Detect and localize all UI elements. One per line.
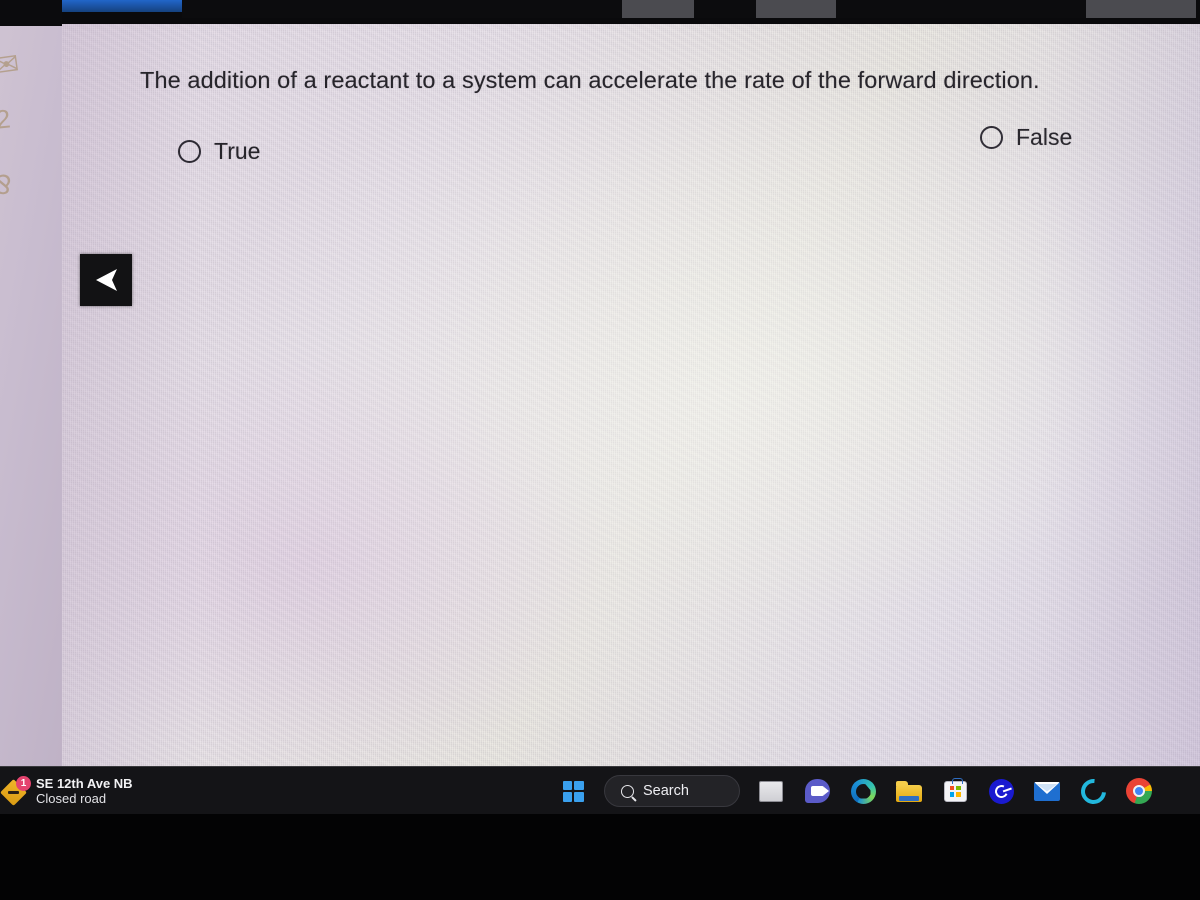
road-closed-sign-icon: 1 (0, 776, 31, 806)
background-glyph-two: 2 (0, 103, 12, 135)
laptop-screen-photo: ✉ 2 ⅋ The addition of a reactant to a sy… (0, 0, 1200, 900)
widget-subtitle: Closed road (36, 791, 107, 806)
browser-tab-active[interactable] (62, 0, 182, 12)
option-false[interactable]: False (980, 124, 1072, 151)
chrome-button[interactable] (1116, 768, 1162, 814)
option-label-true: True (214, 138, 261, 164)
mail-button[interactable] (1024, 768, 1070, 814)
browser-tab-strip (0, 0, 1200, 34)
widget-badge-count: 1 (16, 776, 31, 791)
windows-taskbar: 1 SE 12th Ave NB Closed road Search (0, 766, 1200, 814)
question-text: The addition of a reactant to a system c… (140, 67, 1040, 93)
alexa-button[interactable] (1070, 768, 1116, 814)
photo-background-bottom (0, 814, 1200, 900)
search-label: Search (643, 783, 689, 799)
chrome-icon (1126, 778, 1152, 804)
taskbar-widget-text: SE 12th Ave NB Closed road (36, 776, 133, 807)
windows-logo-icon (562, 780, 584, 802)
file-explorer-button[interactable] (886, 768, 932, 814)
background-glyph-scribble: ⅋ (0, 169, 14, 201)
edge-button[interactable] (840, 768, 886, 814)
search-button[interactable]: Search (604, 775, 740, 807)
taskbar-icon-cluster: Search (550, 767, 1162, 815)
back-button[interactable] (80, 254, 132, 306)
task-view-icon (759, 780, 787, 806)
teal-ring-icon (1075, 773, 1111, 809)
teams-icon (804, 779, 830, 803)
task-view-button[interactable] (748, 768, 794, 814)
option-label-false: False (1016, 124, 1073, 150)
back-arrow-icon (96, 269, 117, 291)
store-icon (943, 777, 967, 802)
answer-options: True False (62, 122, 1200, 182)
teams-button[interactable] (794, 768, 840, 814)
search-icon (621, 784, 634, 798)
mail-envelope-icon (1034, 781, 1060, 801)
widget-title: SE 12th Ave NB (36, 775, 133, 791)
radio-button-false[interactable] (980, 126, 1003, 149)
folder-icon (896, 780, 922, 802)
quiz-screen: The addition of a reactant to a system c… (62, 24, 1200, 770)
taskbar-traffic-widget[interactable]: 1 SE 12th Ave NB Closed road (0, 767, 133, 815)
edge-icon (850, 778, 876, 804)
start-button[interactable] (550, 768, 596, 814)
option-true[interactable]: True (178, 138, 260, 165)
microsoft-store-button[interactable] (932, 768, 978, 814)
blue-circle-app-icon (988, 778, 1014, 804)
app-blue-button[interactable] (978, 768, 1024, 814)
photo-background-left: ✉ 2 ⅋ (0, 0, 62, 770)
radio-button-true[interactable] (178, 140, 201, 163)
background-glyph-envelope: ✉ (0, 47, 22, 84)
